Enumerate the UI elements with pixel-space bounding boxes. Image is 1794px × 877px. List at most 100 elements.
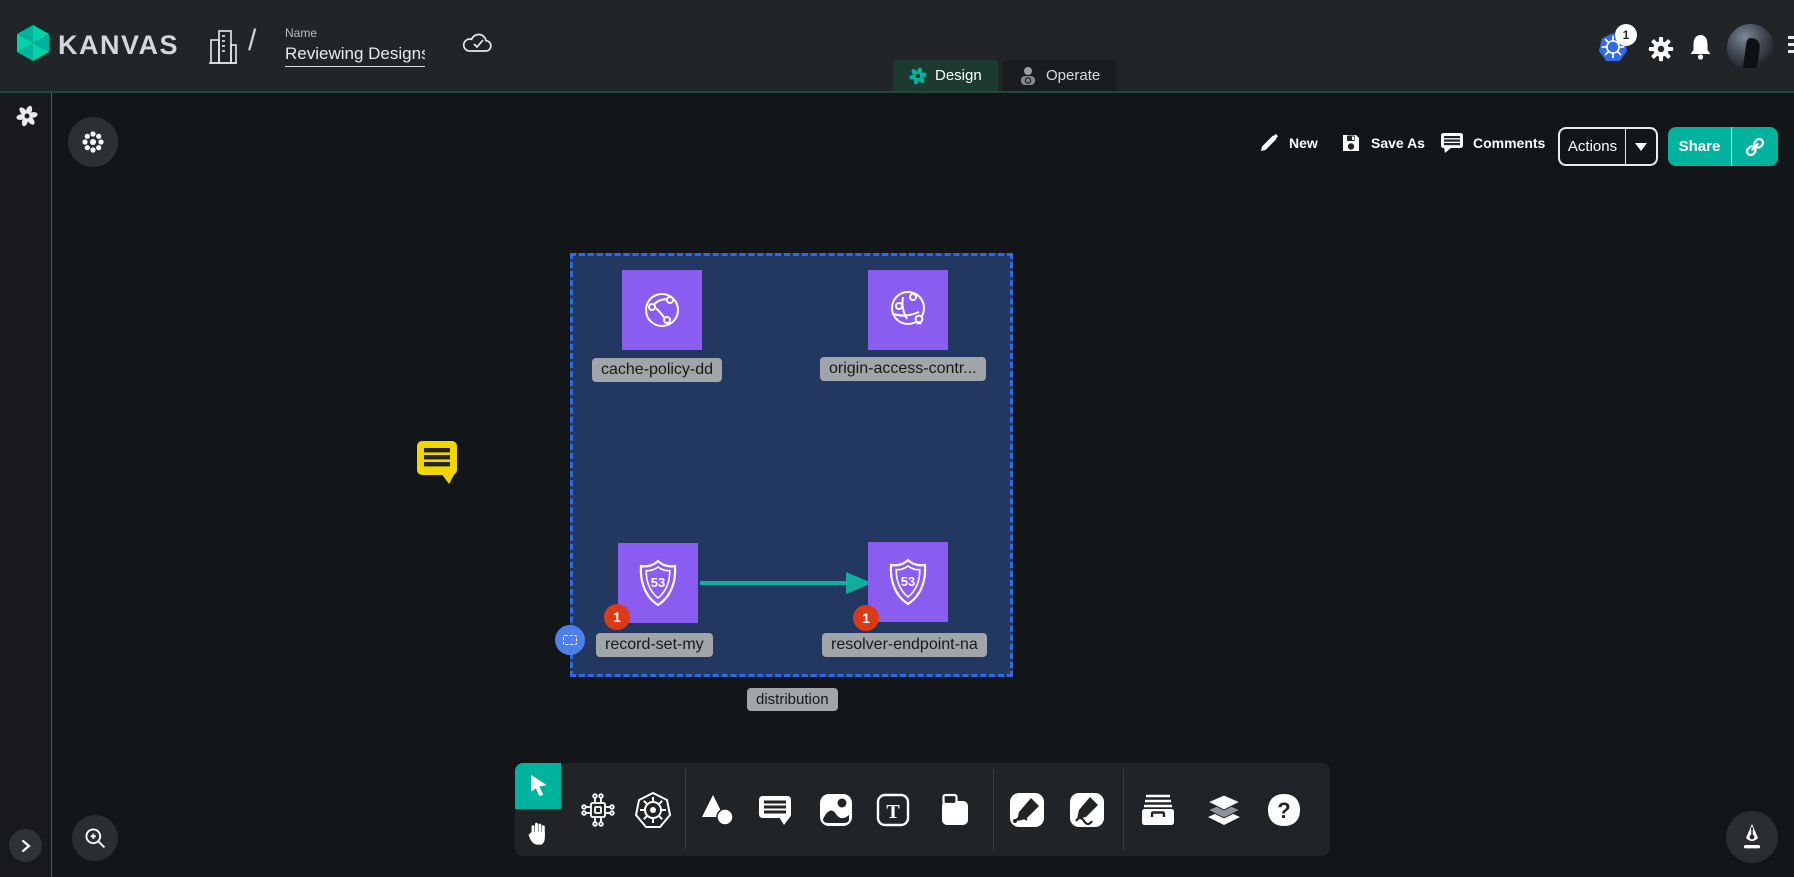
route53-shield-icon: 53: [634, 558, 682, 608]
svg-text:?: ?: [1277, 798, 1290, 823]
sidebar-expand-button[interactable]: [9, 829, 42, 862]
share-button[interactable]: Share: [1668, 127, 1778, 166]
tool-edge-pen[interactable]: [1007, 790, 1047, 830]
design-pen-button[interactable]: [1726, 811, 1778, 863]
tool-freehand[interactable]: [1067, 790, 1107, 830]
copy-link-icon[interactable]: [1732, 127, 1778, 166]
tab-design-label: Design: [935, 67, 982, 84]
dashed-rect-icon: [563, 635, 577, 645]
group-select-handle[interactable]: [555, 625, 585, 655]
meshery-swirl-icon[interactable]: [16, 105, 38, 127]
tool-shapes[interactable]: [697, 790, 737, 830]
route53-shield-icon: 53: [884, 557, 932, 607]
tools-dock: T: [515, 763, 1330, 856]
svg-text:53: 53: [901, 574, 915, 589]
pencil-scribble-icon: [1068, 791, 1106, 829]
issue-count-badge[interactable]: 1: [853, 605, 879, 631]
node-record-set[interactable]: 53: [618, 543, 698, 623]
pen-nib-icon: [1739, 823, 1765, 851]
design-name-input[interactable]: [285, 42, 425, 67]
organization-icon[interactable]: [208, 28, 238, 66]
comments-button-label: Comments: [1473, 135, 1545, 151]
context-count-badge: 1: [1615, 24, 1637, 46]
actions-button-label: Actions: [1560, 129, 1626, 164]
edge-record-to-resolver[interactable]: [698, 568, 874, 598]
comment-marker[interactable]: [415, 437, 459, 485]
image-icon: [818, 792, 854, 828]
node-label[interactable]: origin-access-contr...: [820, 357, 986, 381]
settings-gear-icon[interactable]: [1648, 36, 1674, 62]
node-resolver-endpoint[interactable]: 53: [868, 542, 948, 622]
shapes-icon: [699, 793, 735, 827]
save-icon: [1340, 132, 1362, 154]
actions-dropdown-caret[interactable]: [1626, 129, 1656, 164]
tool-select-cursor[interactable]: [515, 763, 561, 809]
new-button[interactable]: New: [1258, 132, 1318, 154]
tool-media[interactable]: [816, 790, 856, 830]
node-origin-access-control[interactable]: [868, 270, 948, 350]
header-divider: [0, 91, 1794, 93]
card-icon: [937, 792, 973, 828]
operate-person-icon: [1018, 66, 1038, 86]
kubernetes-context-icon[interactable]: 1: [1598, 32, 1628, 62]
chip-circuit-icon: [580, 792, 616, 828]
pen-path-icon: [1008, 791, 1046, 829]
dock-divider: [1123, 769, 1124, 850]
node-label[interactable]: resolver-endpoint-na: [822, 633, 987, 657]
globe-network-icon: [639, 287, 685, 333]
new-button-label: New: [1289, 135, 1318, 151]
svg-text:53: 53: [651, 575, 665, 590]
tab-operate[interactable]: Operate: [1002, 60, 1116, 91]
kanvas-logo-icon[interactable]: [14, 22, 52, 64]
hand-icon: [526, 820, 550, 846]
layers-icon: [1205, 792, 1243, 828]
notifications-bell-icon[interactable]: [1688, 33, 1713, 61]
app-window: KANVAS / Name: [0, 0, 1794, 877]
tool-card[interactable]: [935, 790, 975, 830]
group-label[interactable]: distribution: [747, 688, 838, 711]
dock-flower-button[interactable]: [68, 117, 118, 167]
node-label[interactable]: cache-policy-dd: [592, 358, 722, 382]
comments-icon: [1440, 132, 1464, 154]
tool-kubernetes[interactable]: [633, 790, 673, 830]
tab-operate-label: Operate: [1046, 67, 1100, 84]
tool-drawer[interactable]: [1138, 790, 1178, 830]
tool-pan-hand[interactable]: [515, 809, 561, 856]
svg-text:T: T: [886, 801, 900, 823]
name-field-label: Name: [285, 26, 317, 40]
comment-bubble-icon: [757, 794, 793, 826]
tool-text[interactable]: T: [873, 790, 913, 830]
magnifier-plus-icon: [83, 826, 107, 850]
share-button-label: Share: [1668, 127, 1732, 166]
left-sidebar: [0, 93, 52, 877]
save-as-button[interactable]: Save As: [1340, 132, 1425, 154]
node-cache-policy[interactable]: [622, 270, 702, 350]
dock-divider: [993, 769, 994, 850]
user-avatar[interactable]: [1727, 24, 1774, 71]
save-as-button-label: Save As: [1371, 135, 1425, 151]
question-icon: ?: [1266, 792, 1302, 828]
tool-comment[interactable]: [755, 790, 795, 830]
tool-help[interactable]: ?: [1264, 790, 1304, 830]
dock-divider: [685, 769, 686, 850]
issue-count-badge[interactable]: 1: [604, 604, 630, 630]
flower-icon: [81, 130, 105, 154]
cloud-saved-icon[interactable]: [462, 30, 494, 56]
kubernetes-wheel-icon: [634, 791, 672, 829]
drawer-icon: [1138, 792, 1178, 828]
breadcrumb-slash: /: [248, 24, 256, 58]
tool-components[interactable]: [578, 790, 618, 830]
cursor-arrow-icon: [526, 773, 550, 799]
node-label[interactable]: record-set-my: [596, 633, 713, 657]
pencil-icon: [1258, 132, 1280, 154]
globe-network-icon: [885, 287, 931, 333]
overflow-menu-icon[interactable]: [1788, 36, 1794, 57]
comments-button[interactable]: Comments: [1440, 132, 1545, 154]
tool-layers[interactable]: [1204, 790, 1244, 830]
zoom-in-button[interactable]: [72, 815, 118, 861]
brand-title: KANVAS: [58, 30, 179, 61]
header-bar: KANVAS / Name: [0, 0, 1794, 91]
text-icon: T: [875, 792, 911, 828]
tab-design[interactable]: Design: [893, 60, 998, 91]
actions-button[interactable]: Actions: [1558, 127, 1658, 166]
